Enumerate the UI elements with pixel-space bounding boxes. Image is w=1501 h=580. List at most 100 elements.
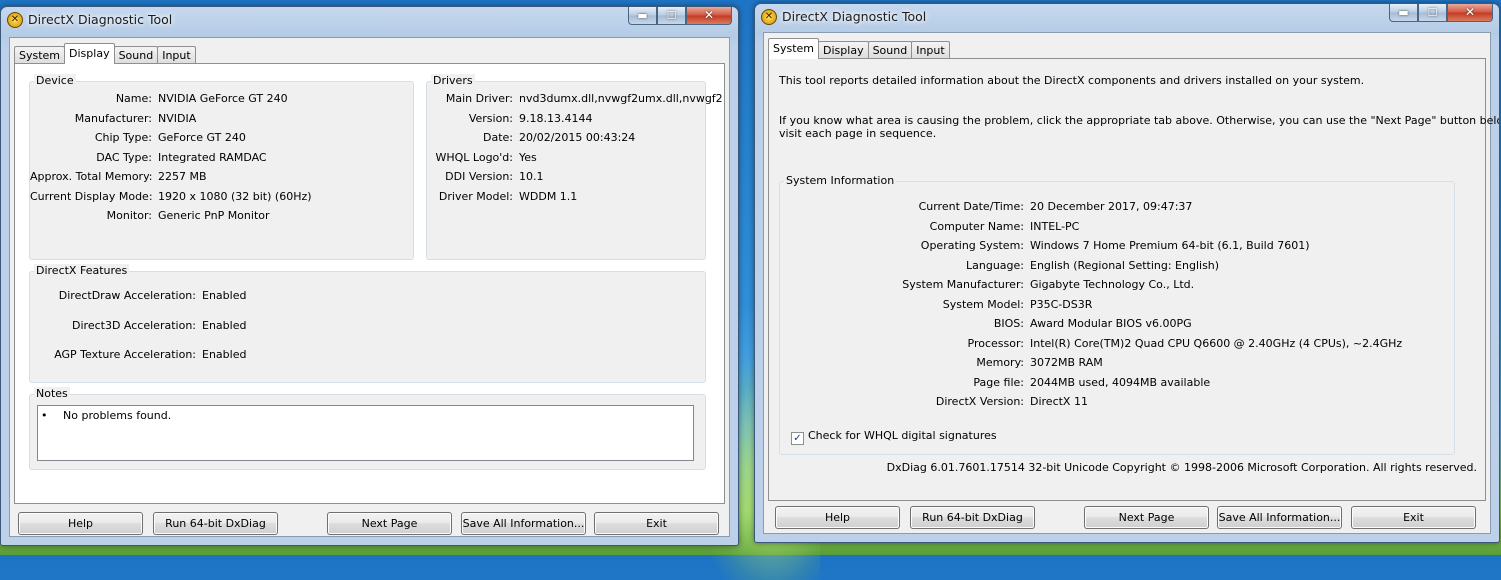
- dxdiag-window-system: ✕ DirectX Diagnostic Tool ▬ ☐ ✕ System D…: [754, 3, 1500, 543]
- tab-sound[interactable]: Sound: [867, 41, 913, 59]
- device-info-value: GeForce GT 240: [158, 131, 246, 144]
- save-all-information-button[interactable]: Save All Information...: [1217, 506, 1342, 529]
- system-info-value: P35C-DS3R: [1030, 297, 1093, 311]
- directx-features-group: DirectX Features DirectDraw Acceleration…: [29, 264, 706, 383]
- client-area: System Display Sound Input Device Name: N…: [9, 37, 730, 537]
- driver-info-row: Version: 9.18.13.4144: [427, 111, 593, 125]
- system-information-group: System Information Current Date/Time: 20 …: [779, 174, 1455, 455]
- notes-group: Notes • No problems found.: [29, 387, 706, 470]
- system-info-label: Current Date/Time:: [918, 200, 1024, 213]
- system-info-value: Gigabyte Technology Co., Ltd.: [1030, 278, 1195, 291]
- driver-info-value: 10.1: [519, 170, 544, 183]
- notes-textbox[interactable]: • No problems found.: [37, 405, 694, 461]
- system-information-title: System Information: [784, 174, 897, 187]
- system-info-value: English (Regional Setting: English): [1030, 258, 1220, 272]
- directx-icon: ✕: [7, 12, 23, 28]
- system-info-label: System Manufacturer:: [902, 278, 1024, 291]
- help-button[interactable]: Help: [18, 512, 143, 535]
- directx-feature-value: Enabled: [202, 318, 247, 332]
- driver-info-label: Main Driver:: [445, 92, 513, 105]
- system-info-row: System Model: P35C-DS3R: [780, 297, 1093, 311]
- directx-feature-row: Direct3D Acceleration: Enabled: [30, 319, 246, 332]
- next-page-button[interactable]: Next Page: [1084, 506, 1209, 529]
- device-info-row: DAC Type: Integrated RAMDAC: [30, 150, 267, 164]
- driver-info-label: Version:: [468, 111, 513, 125]
- driver-info-row: Main Driver: nvd3dumx.dll,nvwgf2umx.dll,n…: [427, 92, 723, 105]
- driver-info-value: WDDM 1.1: [519, 189, 578, 203]
- close-icon[interactable]: ✕: [686, 7, 732, 25]
- intro-text: This tool reports detailed information a…: [779, 74, 1365, 87]
- driver-info-label: WHQL Logo'd:: [435, 150, 513, 164]
- exit-button[interactable]: Exit: [594, 512, 719, 535]
- system-info-label: BIOS:: [993, 317, 1024, 330]
- tab-sound[interactable]: Sound: [113, 46, 159, 64]
- system-info-row: Language: English (Regional Setting: Engl…: [780, 259, 1219, 272]
- system-info-label: Page file:: [973, 375, 1024, 389]
- close-icon[interactable]: ✕: [1447, 4, 1493, 22]
- device-info-value: Integrated RAMDAC: [158, 150, 267, 164]
- checkbox-check-icon[interactable]: ✓: [791, 432, 804, 445]
- system-info-row: Processor: Intel(R) Core(TM)2 Quad CPU Q6…: [780, 336, 1403, 350]
- dxdiag-window-display: ✕ DirectX Diagnostic Tool ▬ ☐ ✕ System D…: [0, 6, 739, 546]
- device-info-label: Monitor:: [106, 209, 152, 222]
- run-64bit-dxdiag-button[interactable]: Run 64-bit DxDiag: [153, 512, 278, 535]
- caption-buttons: ▬ ☐ ✕: [628, 7, 732, 26]
- directx-feature-row: DirectDraw Acceleration: Enabled: [30, 289, 247, 302]
- system-info-label: Processor:: [967, 336, 1025, 350]
- copyright-footer: DxDiag 6.01.7601.17514 32-bit Unicode Co…: [886, 461, 1477, 474]
- title-bar[interactable]: ✕ DirectX Diagnostic Tool ▬ ☐ ✕: [755, 4, 1499, 30]
- maximize-icon[interactable]: ☐: [1418, 4, 1447, 22]
- device-group-title: Device: [34, 74, 76, 87]
- driver-info-row: DDI Version: 10.1: [427, 170, 544, 183]
- directx-feature-label: AGP Texture Acceleration:: [54, 348, 196, 361]
- directx-feature-label: DirectDraw Acceleration:: [58, 289, 196, 302]
- driver-info-value: Yes: [519, 150, 537, 164]
- save-all-information-button[interactable]: Save All Information...: [461, 512, 586, 535]
- device-info-row: Current Display Mode: 1920 x 1080 (32 bit…: [30, 190, 312, 203]
- drivers-group-title: Drivers: [431, 74, 475, 87]
- system-info-row: Operating System: Windows 7 Home Premium …: [780, 239, 1310, 252]
- title-bar[interactable]: ✕ DirectX Diagnostic Tool ▬ ☐ ✕: [1, 7, 738, 33]
- minimize-icon[interactable]: ▬: [1389, 4, 1418, 22]
- device-info-label: Manufacturer:: [74, 111, 152, 125]
- device-info-row: Chip Type: GeForce GT 240: [30, 131, 246, 144]
- client-area: System Display Sound Input This tool rep…: [763, 32, 1499, 534]
- driver-info-value: nvd3dumx.dll,nvwgf2umx.dll,nvwgf2: [519, 92, 723, 105]
- whql-checkbox[interactable]: ✓ Check for WHQL digital signatures: [791, 429, 997, 445]
- tab-strip: System Display Sound Input: [14, 43, 196, 64]
- system-info-row: Memory: 3072MB RAM: [780, 356, 1102, 369]
- system-info-value: Intel(R) Core(TM)2 Quad CPU Q6600 @ 2.40…: [1030, 336, 1403, 350]
- maximize-icon[interactable]: ☐: [657, 7, 686, 25]
- system-info-label: Language:: [966, 258, 1024, 272]
- system-info-value: Award Modular BIOS v6.00PG: [1030, 317, 1192, 330]
- minimize-icon[interactable]: ▬: [628, 7, 657, 25]
- tab-input[interactable]: Input: [157, 46, 196, 64]
- system-info-row: DirectX Version: DirectX 11: [780, 395, 1088, 408]
- tab-system[interactable]: System: [768, 38, 820, 59]
- next-page-button[interactable]: Next Page: [327, 512, 452, 535]
- features-group-title: DirectX Features: [34, 264, 130, 277]
- tab-display[interactable]: Display: [64, 43, 115, 64]
- window-title: DirectX Diagnostic Tool: [28, 12, 173, 27]
- device-info-value: NVIDIA: [158, 111, 197, 125]
- device-info-label: Approx. Total Memory:: [30, 170, 153, 183]
- device-info-label: DAC Type:: [96, 150, 152, 164]
- system-info-row: Current Date/Time: 20 December 2017, 09:4…: [780, 200, 1193, 213]
- help-button[interactable]: Help: [775, 506, 900, 529]
- driver-info-row: Driver Model: WDDM 1.1: [427, 190, 577, 203]
- notes-group-title: Notes: [34, 387, 70, 400]
- intro-text-2a: If you know what area is causing the pro…: [779, 114, 1500, 127]
- intro-text-2b: visit each page in sequence.: [779, 127, 937, 140]
- tab-system[interactable]: System: [14, 46, 66, 64]
- run-64bit-dxdiag-button[interactable]: Run 64-bit DxDiag: [910, 506, 1035, 529]
- device-info-value: 2257 MB: [158, 170, 207, 183]
- system-info-label: System Model:: [942, 297, 1024, 311]
- device-info-label: Current Display Mode:: [30, 189, 153, 203]
- driver-info-label: Date:: [483, 131, 513, 144]
- drivers-group: Drivers Main Driver: nvd3dumx.dll,nvwgf2u…: [426, 74, 723, 260]
- system-info-label: Operating System:: [920, 239, 1024, 252]
- tab-display[interactable]: Display: [818, 41, 869, 59]
- tab-input[interactable]: Input: [911, 41, 950, 59]
- exit-button[interactable]: Exit: [1351, 506, 1476, 529]
- driver-info-value: 20/02/2015 00:43:24: [519, 131, 636, 144]
